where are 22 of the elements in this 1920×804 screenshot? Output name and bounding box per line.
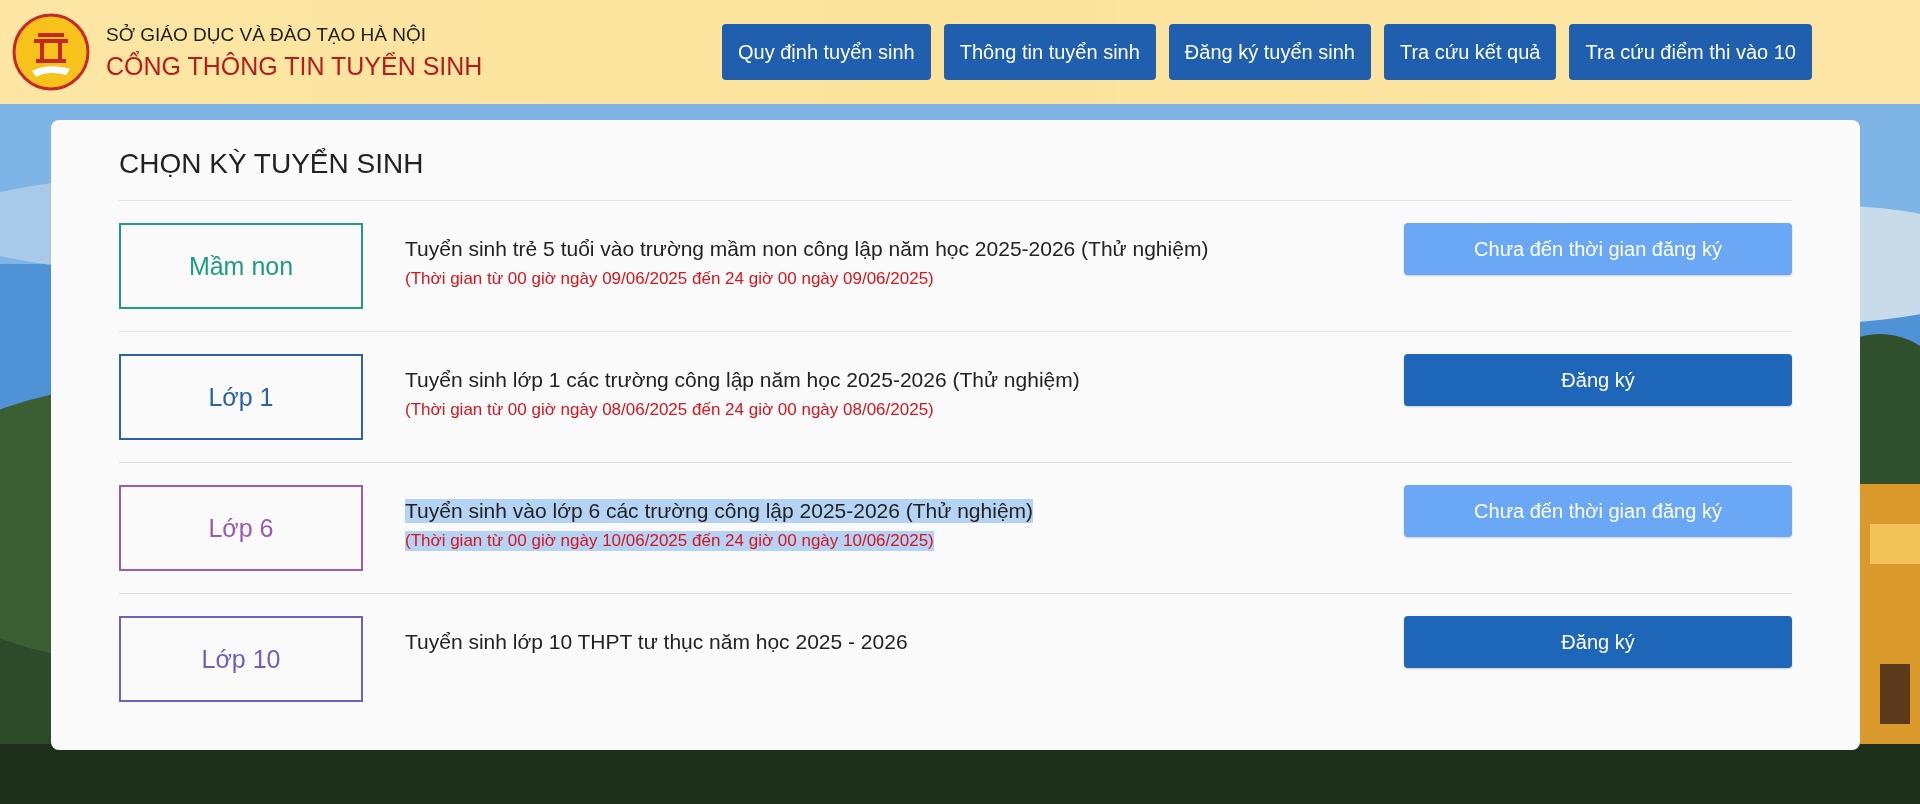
portal-title: CỔNG THÔNG TIN TUYỂN SINH	[106, 51, 483, 81]
nav-button[interactable]: Tra cứu điểm thi vào 10	[1569, 24, 1812, 80]
level-box: Lớp 1	[119, 354, 363, 440]
department-name: SỞ GIÁO DỤC VÀ ĐÀO TẠO HÀ NỘI	[106, 23, 427, 46]
register-button[interactable]: Đăng ký	[1404, 354, 1792, 406]
level-box: Lớp 6	[119, 485, 363, 571]
admission-period: (Thời gian từ 00 giờ ngày 10/06/2025 đến 24 giờ 00 ngày 10/06/2025)	[405, 531, 934, 551]
nav-button[interactable]: Tra cứu kết quả	[1383, 24, 1557, 80]
nav-button[interactable]: Thông tin tuyển sinh	[943, 24, 1156, 80]
admission-title: Tuyển sinh vào lớp 6 các trường công lập 2025-2026 (Thử nghiệm)	[405, 499, 1034, 523]
panel-title: CHỌN KỲ TUYỂN SINH	[119, 148, 425, 180]
admission-title: Tuyển sinh trẻ 5 tuổi vào trường mầm non công lập năm học 2025-2026 (Thử nghiệm)	[405, 237, 1209, 261]
admission-title: Tuyển sinh lớp 10 THPT tư thục năm học 2025 - 2026	[405, 630, 908, 654]
admission-period: (Thời gian từ 00 giờ ngày 09/06/2025 đến 24 giờ 00 ngày 09/06/2025)	[405, 269, 934, 289]
nav-button[interactable]: Đăng ký tuyển sinh	[1168, 24, 1371, 80]
register-button[interactable]: Đăng ký	[1404, 616, 1792, 668]
level-box: Lớp 10	[119, 616, 363, 702]
nav-button[interactable]: Quy định tuyển sinh	[721, 24, 931, 80]
logo-icon	[12, 13, 90, 91]
admission-title: Tuyển sinh lớp 1 các trường công lập năm học 2025-2026 (Thử nghiệm)	[405, 368, 1080, 392]
level-box: Mầm non	[119, 223, 363, 309]
admission-period: (Thời gian từ 00 giờ ngày 08/06/2025 đến 24 giờ 00 ngày 08/06/2025)	[405, 400, 934, 420]
